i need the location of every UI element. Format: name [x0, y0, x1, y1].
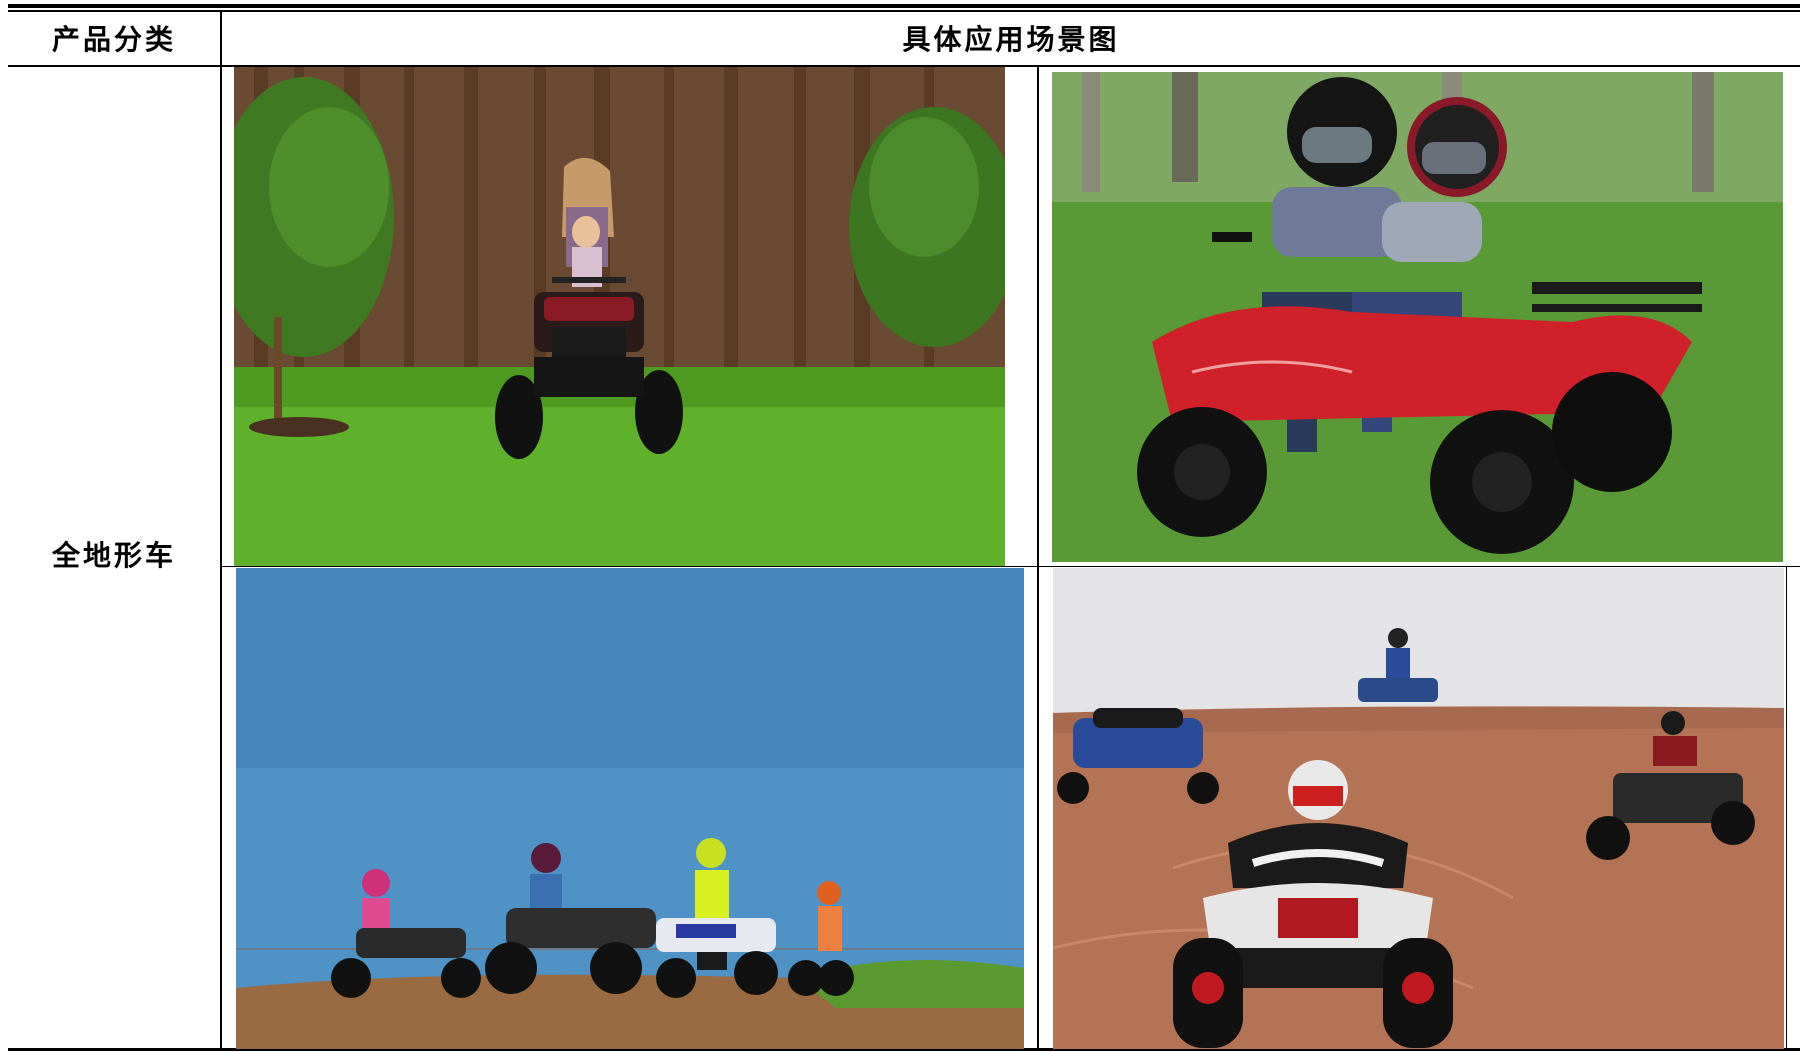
header-application-scene: 具体应用场景图 [902, 23, 1120, 56]
column-divider [220, 10, 222, 1050]
photo-two-kids-helmets-red-atv-grass [1052, 72, 1783, 562]
image-column-divider [1037, 67, 1039, 1050]
image-row-divider [222, 566, 1800, 567]
photo-two-girls-atv-backyard-lawn [234, 67, 1005, 566]
photo-riders-atvs-buggy-desert-sand [1053, 568, 1784, 1049]
category-label-atv: 全地形车 [51, 539, 176, 572]
right-edge-rule [1786, 567, 1787, 1050]
header-product-category: 产品分类 [51, 23, 176, 56]
table-top-rule-thin [8, 10, 1800, 12]
table-top-rule-thick [8, 4, 1800, 8]
photo-kids-riders-atvs-blue-sky-dirt-ridge [236, 568, 1024, 1049]
